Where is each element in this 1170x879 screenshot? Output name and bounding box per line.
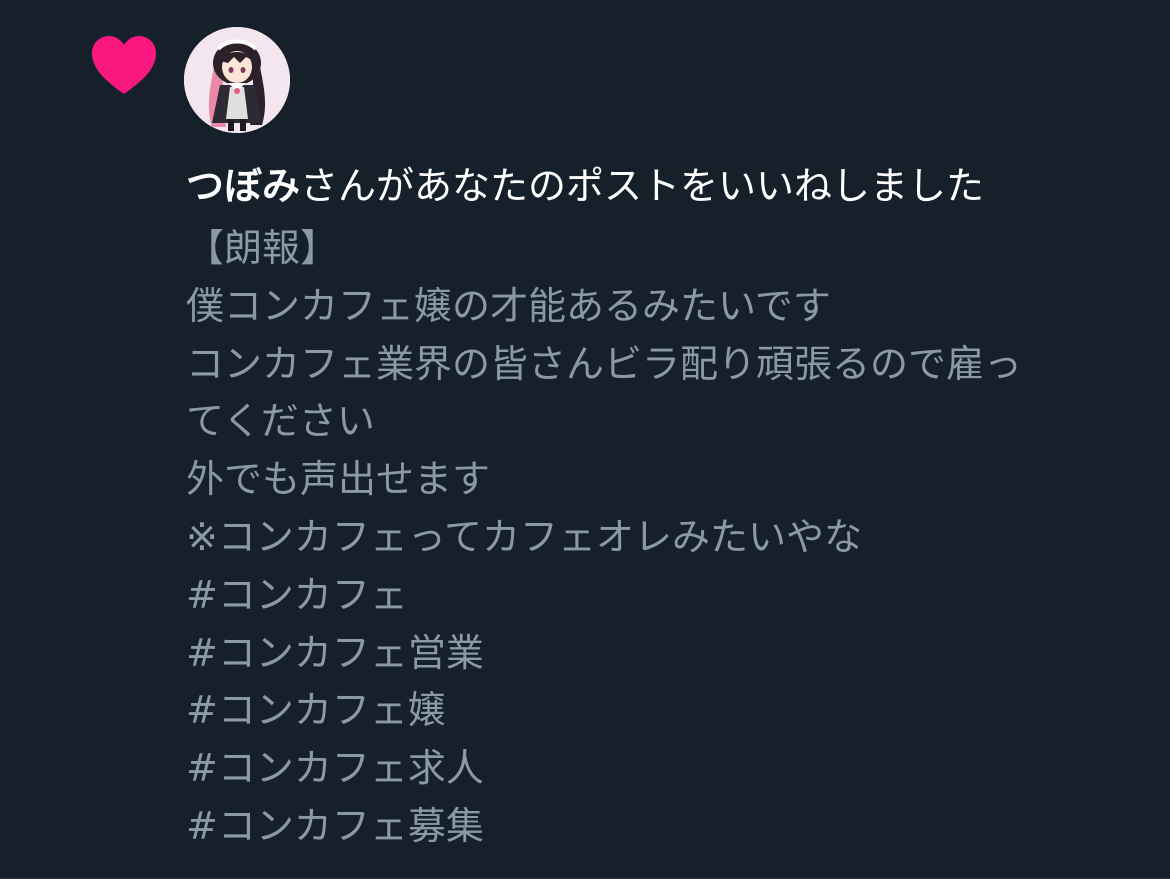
- post-line: てください: [186, 399, 375, 444]
- post-line: 【朗報】: [186, 226, 339, 270]
- hashtag-link[interactable]: #コンカフェ嬢: [186, 682, 1126, 740]
- notification-headline: つぼみさんがあなたのポストをいいねしました: [186, 160, 984, 212]
- post-line: 外でも声出せます: [186, 457, 491, 502]
- hashtag-link[interactable]: #コンカフェ: [186, 567, 1126, 625]
- user-avatar[interactable]: [184, 27, 290, 133]
- post-line: ※コンカフェってカフェオレみたいやな: [186, 514, 862, 559]
- like-notification[interactable]: つぼみさんがあなたのポストをいいねしました 【朗報】 僕コンカフェ嬢の才能あるみ…: [0, 0, 1170, 879]
- post-text[interactable]: 【朗報】 僕コンカフェ嬢の才能あるみたいです コンカフェ業界の皆さんビラ配り頑張…: [186, 220, 1126, 856]
- post-line: コンカフェ業界の皆さんビラ配り頑張るので雇っ: [186, 341, 1023, 386]
- hashtag-link[interactable]: #コンカフェ求人: [186, 740, 1126, 798]
- post-line: 僕コンカフェ嬢の才能あるみたいです: [186, 283, 831, 328]
- notification-action-text: さんがあなたのポストをいいねしました: [300, 164, 985, 208]
- user-name-link[interactable]: つぼみ: [186, 164, 300, 208]
- hashtag-link[interactable]: #コンカフェ営業: [186, 625, 1126, 683]
- hashtag-link[interactable]: #コンカフェ募集: [186, 798, 1126, 856]
- heart-icon: [92, 36, 156, 96]
